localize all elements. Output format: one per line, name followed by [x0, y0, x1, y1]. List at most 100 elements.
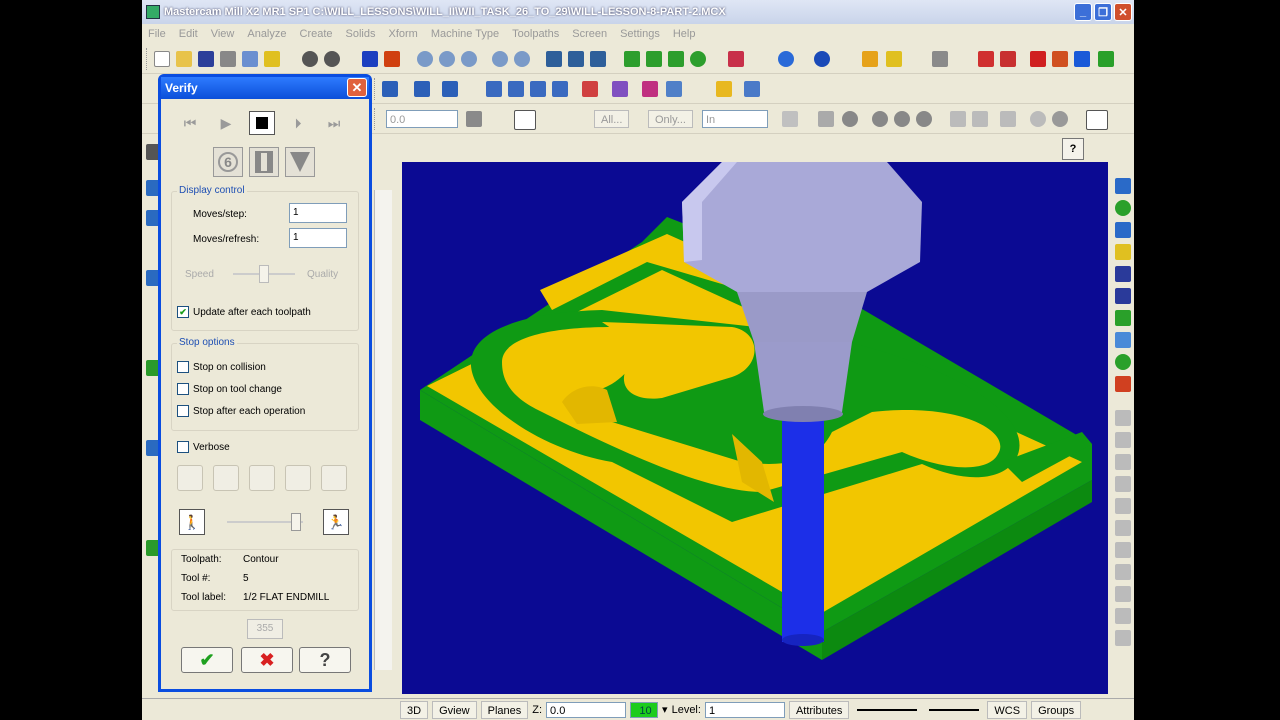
moves-refresh-input[interactable]: 1	[289, 228, 347, 248]
filter-icon[interactable]	[1115, 310, 1131, 326]
zoom-in-icon[interactable]	[439, 51, 455, 67]
gray-tool-icon[interactable]	[1115, 476, 1131, 492]
chain-icon[interactable]	[782, 111, 798, 127]
grid-icon[interactable]	[1115, 222, 1131, 238]
planes-button[interactable]: Planes	[480, 700, 529, 719]
step-button[interactable]: ⏵	[285, 111, 311, 135]
unzoom-icon[interactable]	[514, 51, 530, 67]
shaded-icon[interactable]	[668, 51, 684, 67]
ops-manager-icon[interactable]	[1098, 51, 1114, 67]
window-select-icon[interactable]	[842, 111, 858, 127]
chamfer-icon[interactable]	[582, 81, 598, 97]
value-field[interactable]: 0.0	[386, 110, 458, 128]
toolbar-grip[interactable]	[146, 48, 149, 70]
groups-button[interactable]: Groups	[1031, 700, 1082, 719]
save-view-icon[interactable]	[1115, 266, 1131, 282]
fillet-icon[interactable]	[552, 81, 568, 97]
level-input[interactable]: 1	[704, 701, 785, 718]
pencil-icon[interactable]	[862, 51, 878, 67]
select-only-button[interactable]: Only...	[648, 110, 693, 128]
color-dropdown-icon[interactable]: ▾	[662, 703, 668, 716]
selection-mode-select[interactable]: In	[702, 110, 768, 128]
ok-button[interactable]: ✔	[181, 647, 233, 673]
gray-tool-icon[interactable]	[1115, 432, 1131, 448]
print-icon[interactable]	[220, 51, 236, 67]
sphere-icon[interactable]	[814, 51, 830, 67]
stop-icon[interactable]	[1115, 376, 1131, 392]
post-icon[interactable]	[1030, 51, 1046, 67]
stop-after-operation-checkbox[interactable]: Stop after each operation	[177, 405, 305, 417]
xform-icon[interactable]	[612, 81, 628, 97]
graphics-viewport[interactable]	[402, 162, 1108, 694]
close-button[interactable]: ✕	[1114, 3, 1132, 21]
operations-manager-scrollbar[interactable]	[374, 190, 392, 670]
center-icon[interactable]	[1115, 200, 1131, 216]
gview-top-icon[interactable]	[546, 51, 562, 67]
gray-tool-icon[interactable]	[1115, 454, 1131, 470]
mirror-icon[interactable]	[642, 81, 658, 97]
menu-screen[interactable]: Screen	[572, 28, 607, 40]
z-depth-input[interactable]: 0.0	[546, 701, 627, 718]
verify-icon[interactable]	[1000, 51, 1016, 67]
menu-file[interactable]: File	[148, 28, 166, 40]
line-width-selector[interactable]	[929, 708, 980, 711]
options-icon[interactable]	[177, 465, 203, 491]
undo-icon[interactable]	[302, 51, 318, 67]
menu-solids[interactable]: Solids	[346, 28, 376, 40]
menu-toolpaths[interactable]: Toolpaths	[512, 28, 559, 40]
gray-tool-icon[interactable]	[1115, 498, 1131, 514]
print-preview-icon[interactable]	[242, 51, 258, 67]
menu-edit[interactable]: Edit	[179, 28, 198, 40]
menu-machine-type[interactable]: Machine Type	[431, 28, 499, 40]
line-icon[interactable]	[414, 81, 430, 97]
menu-analyze[interactable]: Analyze	[247, 28, 286, 40]
regen-icon[interactable]	[1074, 51, 1090, 67]
layer-icon[interactable]	[1115, 332, 1131, 348]
stop-on-tool-change-checkbox[interactable]: Stop on tool change	[177, 383, 282, 395]
rotate-icon[interactable]	[666, 81, 682, 97]
analyze-icon[interactable]	[886, 51, 902, 67]
open-file-icon[interactable]	[176, 51, 192, 67]
line-style-selector[interactable]	[857, 708, 918, 711]
select-cursor-icon[interactable]	[818, 111, 834, 127]
chart-icon[interactable]	[249, 465, 275, 491]
moves-step-input[interactable]: 1	[289, 203, 347, 223]
fit-icon[interactable]	[384, 51, 400, 67]
simulation-speed-thumb[interactable]	[291, 513, 301, 531]
minimize-button[interactable]: _	[1074, 3, 1092, 21]
stop-button[interactable]	[249, 111, 275, 135]
speed-quality-slider-thumb[interactable]	[259, 265, 269, 283]
update-after-toolpath-checkbox[interactable]: ✔ Update after each toolpath	[177, 306, 311, 318]
save-stl-icon[interactable]	[321, 465, 347, 491]
gray-tool-icon[interactable]	[1115, 608, 1131, 624]
maximize-button[interactable]: ❐	[1094, 3, 1112, 21]
dimension-icon[interactable]	[716, 81, 732, 97]
rewind-button[interactable]: ⏮	[177, 111, 203, 135]
compare-icon[interactable]	[285, 465, 311, 491]
join-icon[interactable]	[530, 81, 546, 97]
simulation-mode-button[interactable]: 6	[213, 147, 243, 177]
help-icon[interactable]	[1086, 110, 1108, 130]
tool-icon[interactable]	[213, 465, 239, 491]
stop-on-collision-checkbox[interactable]: Stop on collision	[177, 361, 266, 373]
gray-tool-icon[interactable]	[1115, 586, 1131, 602]
gview-button[interactable]: Gview	[432, 700, 477, 719]
stock-button[interactable]	[249, 147, 279, 177]
select-all-button[interactable]: All...	[594, 110, 630, 128]
filter-button[interactable]	[285, 147, 315, 177]
menu-xform[interactable]: Xform	[389, 28, 418, 40]
redo-icon[interactable]	[324, 51, 340, 67]
toolbar-grip[interactable]	[374, 78, 377, 100]
machine-icon[interactable]	[1115, 354, 1131, 370]
properties-icon[interactable]	[264, 51, 280, 67]
view-icon[interactable]	[1115, 178, 1131, 194]
new-file-icon[interactable]	[154, 51, 170, 67]
wireframe-icon[interactable]	[624, 51, 640, 67]
attributes-button[interactable]: Attributes	[788, 700, 850, 719]
trim-icon[interactable]	[486, 81, 502, 97]
toolbox-icon[interactable]	[728, 51, 744, 67]
check-icon[interactable]	[1000, 111, 1016, 127]
menu-create[interactable]: Create	[300, 28, 333, 40]
gray-tool-icon[interactable]	[1115, 410, 1131, 426]
color-swatch[interactable]: 10	[630, 701, 659, 718]
